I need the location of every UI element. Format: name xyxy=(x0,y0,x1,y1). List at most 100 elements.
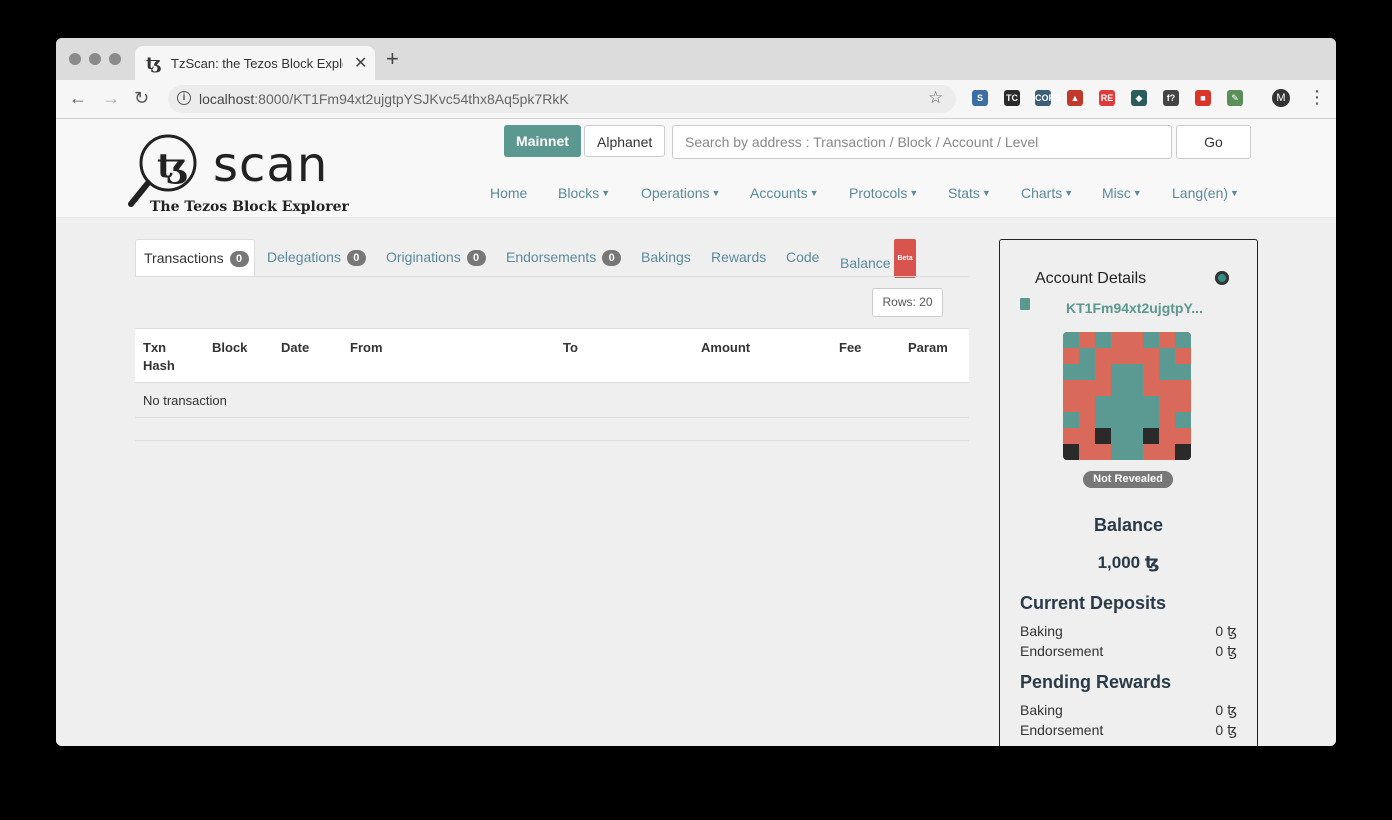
nav-protocols[interactable]: Protocols ▼ xyxy=(849,185,918,201)
column-header: Txn Hash xyxy=(143,340,175,373)
column-header: Block xyxy=(212,340,248,355)
account-details-panel: Account Details KT1Fm94xt2ujgtpY... Not … xyxy=(999,239,1258,746)
reward-baking-label: Baking xyxy=(1020,702,1063,718)
caret-down-icon: ▼ xyxy=(909,188,919,198)
deposit-endorsement-value: 0 ꜩ xyxy=(1215,643,1237,659)
profile-avatar[interactable]: M xyxy=(1272,89,1290,107)
tab-title: TzScan: the Tezos Block Explorer xyxy=(171,56,343,71)
alphanet-button[interactable]: Alphanet xyxy=(584,125,665,157)
count-badge: 0 xyxy=(466,250,486,266)
empty-message: No transaction xyxy=(143,393,227,408)
status-dot-icon xyxy=(1215,271,1229,285)
tezos-favicon-icon: ꜩ xyxy=(146,54,162,74)
cors-extension-icon[interactable]: CORS xyxy=(1035,90,1061,106)
tab-rewards[interactable]: Rewards xyxy=(711,239,766,276)
reward-endorsement-label: Endorsement xyxy=(1020,722,1104,738)
chart-extension-icon[interactable]: ▲ xyxy=(1067,90,1083,106)
deposit-endorsement-label: Endorsement xyxy=(1020,643,1104,659)
tab-code[interactable]: Code xyxy=(786,239,819,276)
column-header: From xyxy=(350,340,383,355)
logo-text: scan xyxy=(213,137,329,193)
caret-down-icon: ▼ xyxy=(1230,188,1239,198)
count-badge: 0 xyxy=(602,250,622,266)
go-button[interactable]: Go xyxy=(1176,125,1251,159)
column-header: Amount xyxy=(701,340,751,355)
s-extension-icon[interactable]: S xyxy=(972,90,988,106)
tab-divider xyxy=(135,276,969,277)
column-header: Date xyxy=(281,340,310,355)
table-header: Txn Hash Block Date From To Amount Fee P… xyxy=(135,328,969,383)
nav-misc[interactable]: Misc ▼ xyxy=(1102,185,1142,201)
eyedropper-extension-icon[interactable]: ✎ xyxy=(1227,90,1243,106)
url-text[interactable]: localhost:8000/KT1Fm94xt2ujgtpYSJKvc54th… xyxy=(199,91,569,107)
account-avatar xyxy=(1063,332,1191,460)
caret-down-icon: ▼ xyxy=(1064,188,1074,198)
cube-extension-icon[interactable]: ◆ xyxy=(1131,90,1147,106)
f-extension-icon[interactable]: f? xyxy=(1163,90,1179,106)
beta-badge: Beta xyxy=(894,239,916,278)
transactions-table: Txn Hash Block Date From To Amount Fee P… xyxy=(135,328,969,441)
svg-text:ꜩ: ꜩ xyxy=(157,146,188,186)
close-window-button[interactable] xyxy=(69,53,81,65)
tab-bakings[interactable]: Bakings xyxy=(641,239,691,276)
caret-down-icon: ▼ xyxy=(981,188,991,198)
browser-window: ꜩ TzScan: the Tezos Block Explorer ✕ + ←… xyxy=(56,38,1336,746)
tab-strip: ꜩ TzScan: the Tezos Block Explorer ✕ + xyxy=(56,38,1336,80)
browser-toolbar: ← → ↻ i localhost:8000/KT1Fm94xt2ujgtpYS… xyxy=(56,80,1336,119)
caret-down-icon: ▼ xyxy=(601,188,611,198)
tc-extension-icon[interactable]: TC xyxy=(1004,90,1020,106)
caret-down-icon: ▼ xyxy=(809,188,819,198)
tab-balance[interactable]: Balance Beta xyxy=(840,239,916,278)
caret-down-icon: ▼ xyxy=(711,188,721,198)
nav-lang[interactable]: Lang(en) ▼ xyxy=(1172,185,1239,201)
nav-blocks[interactable]: Blocks ▼ xyxy=(558,185,610,201)
nav-stats[interactable]: Stats ▼ xyxy=(948,185,991,201)
reload-icon[interactable]: ↻ xyxy=(134,88,149,109)
column-header: To xyxy=(563,340,578,355)
forward-arrow-icon[interactable]: → xyxy=(102,88,120,109)
re-extension-icon[interactable]: RE xyxy=(1099,90,1115,106)
info-icon[interactable]: i xyxy=(177,91,191,105)
tzscan-logo[interactable]: ꜩ scan The Tezos Block Explorer xyxy=(126,131,349,219)
nav-operations[interactable]: Operations ▼ xyxy=(641,185,720,201)
address-bar[interactable]: i localhost:8000/KT1Fm94xt2ujgtpYSJKvc54… xyxy=(168,85,956,113)
account-address[interactable]: KT1Fm94xt2ujgtpY... xyxy=(1066,300,1203,316)
balance-value: 1,000 ꜩ xyxy=(1097,553,1160,572)
balance-title: Balance xyxy=(1093,515,1164,535)
table-row xyxy=(135,418,969,441)
site-header: ꜩ scan The Tezos Block Explorer Mainnet … xyxy=(56,119,1336,218)
page-content: ꜩ scan The Tezos Block Explorer Mainnet … xyxy=(56,119,1336,746)
tab-delegations[interactable]: Delegations 0 xyxy=(267,239,366,276)
nav-charts[interactable]: Charts ▼ xyxy=(1021,185,1073,201)
clipboard-icon[interactable] xyxy=(1020,298,1030,310)
new-tab-icon[interactable]: + xyxy=(386,48,399,70)
search-input[interactable] xyxy=(672,125,1172,159)
bookmark-star-icon[interactable]: ☆ xyxy=(928,88,943,108)
panel-title: Account Details xyxy=(1035,270,1147,287)
minimize-window-button[interactable] xyxy=(89,53,101,65)
more-menu-icon[interactable]: ⋮ xyxy=(1308,87,1326,108)
reward-baking-value: 0 ꜩ xyxy=(1215,702,1237,718)
status-badge: Not Revealed xyxy=(1083,471,1173,488)
deposits-title: Current Deposits xyxy=(1020,593,1167,613)
caret-down-icon: ▼ xyxy=(1132,188,1142,198)
nav-home[interactable]: Home xyxy=(490,185,527,201)
table-row: No transaction xyxy=(135,383,969,418)
rows-per-page-button[interactable]: Rows: 20 xyxy=(872,288,943,317)
nav-accounts[interactable]: Accounts ▼ xyxy=(750,185,819,201)
column-header: Param xyxy=(908,340,948,355)
close-tab-icon[interactable]: ✕ xyxy=(354,53,367,73)
deposit-baking-value: 0 ꜩ xyxy=(1215,623,1237,639)
tab-transactions[interactable]: Transactions 0 xyxy=(135,239,255,276)
count-badge: 0 xyxy=(229,251,249,267)
mainnet-button[interactable]: Mainnet xyxy=(504,125,581,157)
tab-originations[interactable]: Originations 0 xyxy=(386,239,486,276)
red-square-extension-icon[interactable]: ■ xyxy=(1195,90,1211,106)
maximize-window-button[interactable] xyxy=(109,53,121,65)
tab-endorsements[interactable]: Endorsements 0 xyxy=(506,239,622,276)
deposit-baking-label: Baking xyxy=(1020,623,1063,639)
count-badge: 0 xyxy=(346,250,366,266)
rewards-title: Pending Rewards xyxy=(1020,672,1172,692)
back-arrow-icon[interactable]: ← xyxy=(69,88,87,109)
browser-tab[interactable]: ꜩ TzScan: the Tezos Block Explorer ✕ xyxy=(135,46,375,80)
